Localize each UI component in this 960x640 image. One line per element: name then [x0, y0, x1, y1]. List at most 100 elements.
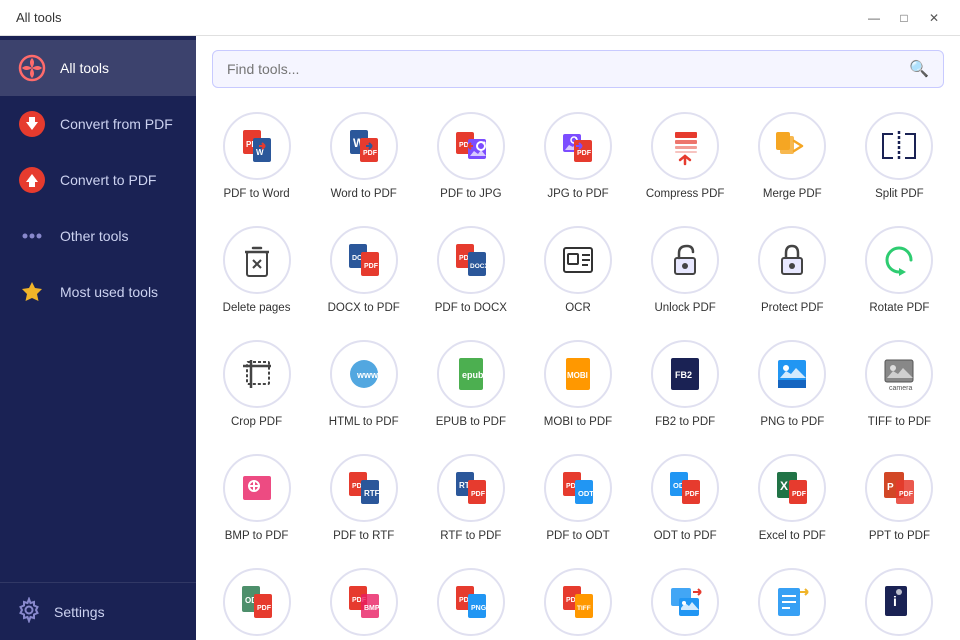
delete-pages-icon [223, 226, 291, 294]
pdf-to-jpg-icon: PDF [437, 112, 505, 180]
svg-text:P: P [887, 482, 894, 493]
close-button[interactable]: ✕ [920, 7, 948, 29]
tool-compress-pdf[interactable]: Compress PDF [635, 102, 736, 210]
tool-word-to-pdf[interactable]: WPDFWord to PDF [313, 102, 414, 210]
rtf-to-pdf-icon: RTFPDF [437, 454, 505, 522]
tool-epub-to-pdf[interactable]: epubEPUB to PDF [420, 330, 521, 438]
other-tools-icon [16, 220, 48, 252]
sidebar-item-other-tools[interactable]: Other tools [0, 208, 196, 264]
tool-pdf-to-bmp[interactable]: PDFBMPPDF to BMP [313, 558, 414, 640]
pdf-to-word-icon: PDFW [223, 112, 291, 180]
settings-label: Settings [54, 604, 105, 620]
sidebar-label-convert-from-pdf: Convert from PDF [60, 116, 173, 132]
tool-mobi-to-pdf[interactable]: MOBIMOBI to PDF [527, 330, 628, 438]
tool-split-pdf[interactable]: Split PDF [849, 102, 950, 210]
extract-text-icon [758, 568, 826, 636]
tool-pdf-to-png[interactable]: PDFPNGPDF to PNG [420, 558, 521, 640]
tool-pdf-to-jpg[interactable]: PDFPDF to JPG [420, 102, 521, 210]
tool-unlock-pdf[interactable]: Unlock PDF [635, 216, 736, 324]
convert-from-pdf-icon [16, 108, 48, 140]
tool-html-to-pdf[interactable]: wwwHTML to PDF [313, 330, 414, 438]
most-used-tools-icon [16, 276, 48, 308]
tool-ods-to-pdf[interactable]: ODSPDFODS to PDF [206, 558, 307, 640]
svg-text:PDF: PDF [363, 150, 378, 157]
pdf-to-rtf-label: PDF to RTF [333, 529, 394, 544]
tool-pdf-to-odt[interactable]: PDFODTPDF to ODT [527, 444, 628, 552]
pdf-to-tiff-icon: PDFTIFF [544, 568, 612, 636]
svg-text:FB2: FB2 [675, 370, 692, 380]
sidebar: All tools Convert from PDF Convert to PD… [0, 36, 196, 640]
search-input[interactable] [227, 61, 909, 77]
tool-crop-pdf[interactable]: Crop PDF [206, 330, 307, 438]
svg-text:PDF: PDF [364, 263, 379, 270]
crop-pdf-icon [223, 340, 291, 408]
svg-text:TIFF: TIFF [577, 605, 591, 612]
tool-pdf-to-tiff[interactable]: PDFTIFFPDF to TIFF [527, 558, 628, 640]
sidebar-settings[interactable]: Settings [0, 582, 196, 640]
tool-delete-pages[interactable]: Delete pages [206, 216, 307, 324]
tool-extract-images[interactable]: Extract images [635, 558, 736, 640]
ocr-label: OCR [565, 301, 591, 316]
sidebar-item-convert-from-pdf[interactable]: Convert from PDF [0, 96, 196, 152]
png-to-pdf-label: PNG to PDF [760, 415, 824, 430]
tool-pdf-to-rtf[interactable]: PDFRTFPDF to RTF [313, 444, 414, 552]
titlebar: All tools — □ ✕ [0, 0, 960, 36]
convert-to-pdf-icon [16, 164, 48, 196]
tool-odt-to-pdf[interactable]: ODTPDFODT to PDF [635, 444, 736, 552]
pdf-to-word-label: PDF to Word [223, 187, 289, 202]
word-to-pdf-icon: WPDF [330, 112, 398, 180]
tool-bmp-to-pdf[interactable]: BMP to PDF [206, 444, 307, 552]
extract-images-icon [651, 568, 719, 636]
sidebar-item-all-tools[interactable]: All tools [0, 40, 196, 96]
content-area: 🔍 PDFWPDF to WordWPDFWord to PDFPDFPDF t… [196, 36, 960, 640]
rotate-pdf-icon [865, 226, 933, 294]
tiff-to-pdf-icon: camera [865, 340, 933, 408]
svg-text:PDF: PDF [471, 491, 486, 498]
pdf-to-docx-label: PDF to DOCX [435, 301, 507, 316]
tool-protect-pdf[interactable]: Protect PDF [742, 216, 843, 324]
tool-tiff-to-pdf[interactable]: camera TIFF to PDF [849, 330, 950, 438]
tool-pdf-to-docx[interactable]: PDFDOCX PDF to DOCX [420, 216, 521, 324]
split-pdf-label: Split PDF [875, 187, 924, 202]
pdf-to-docx-icon: PDFDOCX [437, 226, 505, 294]
svg-text:BMP: BMP [364, 605, 380, 612]
excel-to-pdf-label: Excel to PDF [759, 529, 826, 544]
tool-merge-pdf[interactable]: Merge PDF [742, 102, 843, 210]
svg-text:www: www [356, 370, 379, 380]
ppt-to-pdf-icon: PPDF [865, 454, 933, 522]
tool-ppt-to-pdf[interactable]: PPDFPPT to PDF [849, 444, 950, 552]
svg-text:PDF: PDF [577, 150, 592, 157]
svg-text:epub: epub [462, 370, 484, 380]
minimize-button[interactable]: — [860, 7, 888, 29]
tool-excel-to-pdf[interactable]: XPDFExcel to PDF [742, 444, 843, 552]
tool-png-to-pdf[interactable]: PNG to PDF [742, 330, 843, 438]
pdf-to-odt-icon: PDFODT [544, 454, 612, 522]
tool-fb2-to-pdf[interactable]: FB2FB2 to PDF [635, 330, 736, 438]
tool-extract-text[interactable]: Extract text [742, 558, 843, 640]
search-icon: 🔍 [909, 59, 929, 79]
sidebar-label-convert-to-pdf: Convert to PDF [60, 172, 156, 188]
odt-to-pdf-label: ODT to PDF [654, 529, 717, 544]
tiff-to-pdf-label: TIFF to PDF [868, 415, 931, 430]
bmp-to-pdf-label: BMP to PDF [225, 529, 289, 544]
sidebar-label-most-used-tools: Most used tools [60, 284, 158, 300]
tool-rotate-pdf[interactable]: Rotate PDF [849, 216, 950, 324]
svg-text:PDF: PDF [685, 491, 700, 498]
search-input-wrap[interactable]: 🔍 [212, 50, 944, 88]
svg-text:DOCX: DOCX [470, 263, 489, 270]
svg-text:PNG: PNG [471, 605, 487, 612]
tool-ocr[interactable]: OCR [527, 216, 628, 324]
svg-text:PDF: PDF [257, 605, 272, 612]
tool-pdf-to-word[interactable]: PDFW PDF to Word [206, 102, 307, 210]
edit-metadata-icon: i [865, 568, 933, 636]
tool-rtf-to-pdf[interactable]: RTFPDFRTF to PDF [420, 444, 521, 552]
sidebar-item-convert-to-pdf[interactable]: Convert to PDF [0, 152, 196, 208]
png-to-pdf-icon [758, 340, 826, 408]
maximize-button[interactable]: □ [890, 7, 918, 29]
tool-jpg-to-pdf[interactable]: PDFJPG to PDF [527, 102, 628, 210]
sidebar-item-most-used-tools[interactable]: Most used tools [0, 264, 196, 320]
tool-docx-to-pdf[interactable]: DOCXPDFDOCX to PDF [313, 216, 414, 324]
tool-edit-metadata[interactable]: iEdit metadata [849, 558, 950, 640]
ocr-icon [544, 226, 612, 294]
epub-to-pdf-icon: epub [437, 340, 505, 408]
